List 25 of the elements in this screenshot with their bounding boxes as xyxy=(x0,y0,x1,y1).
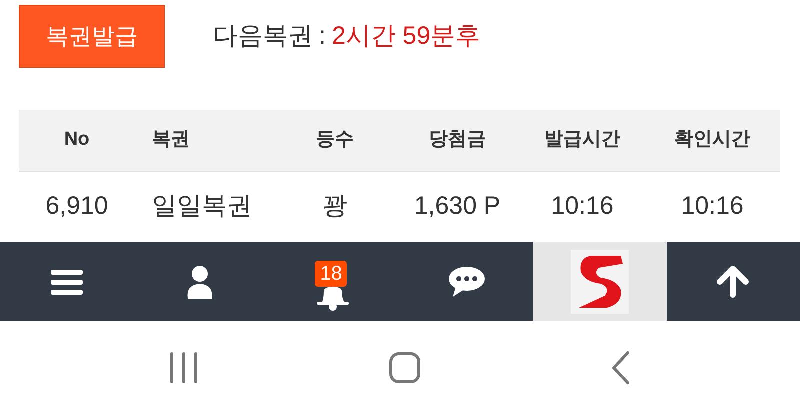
recent-apps-icon[interactable] xyxy=(169,352,199,384)
next-label: 다음복권 xyxy=(213,20,313,52)
menu-icon[interactable] xyxy=(50,268,83,296)
column-header: 등수 xyxy=(315,128,355,152)
logo-icon[interactable] xyxy=(570,250,629,314)
bell-icon[interactable] xyxy=(315,286,352,310)
back-icon[interactable] xyxy=(611,351,631,385)
column-header: 당첨금 xyxy=(428,128,487,152)
separator: : xyxy=(319,20,326,52)
home-icon[interactable] xyxy=(389,352,421,384)
table-cell-text: 10:16 xyxy=(680,191,745,222)
user-icon[interactable] xyxy=(186,264,214,298)
column-header: No xyxy=(63,128,91,152)
table-cell-text: 6,910 xyxy=(44,191,110,222)
table-cell-text: 일일복권 xyxy=(151,191,253,222)
table-cell-text: 1,630 P xyxy=(413,191,502,222)
chat-icon[interactable] xyxy=(448,266,486,298)
issue-button[interactable]: 복권발급 xyxy=(19,5,165,68)
table-cell-text: 꽝 xyxy=(322,191,348,222)
countdown: 2시간 59분후 xyxy=(332,20,481,52)
table-cell-text: 10:16 xyxy=(550,191,615,222)
column-header: 발급시간 xyxy=(544,128,622,152)
notification-badge: 18 xyxy=(315,260,348,286)
column-header: 복권 xyxy=(151,128,191,152)
column-header: 확인시간 xyxy=(674,128,752,152)
